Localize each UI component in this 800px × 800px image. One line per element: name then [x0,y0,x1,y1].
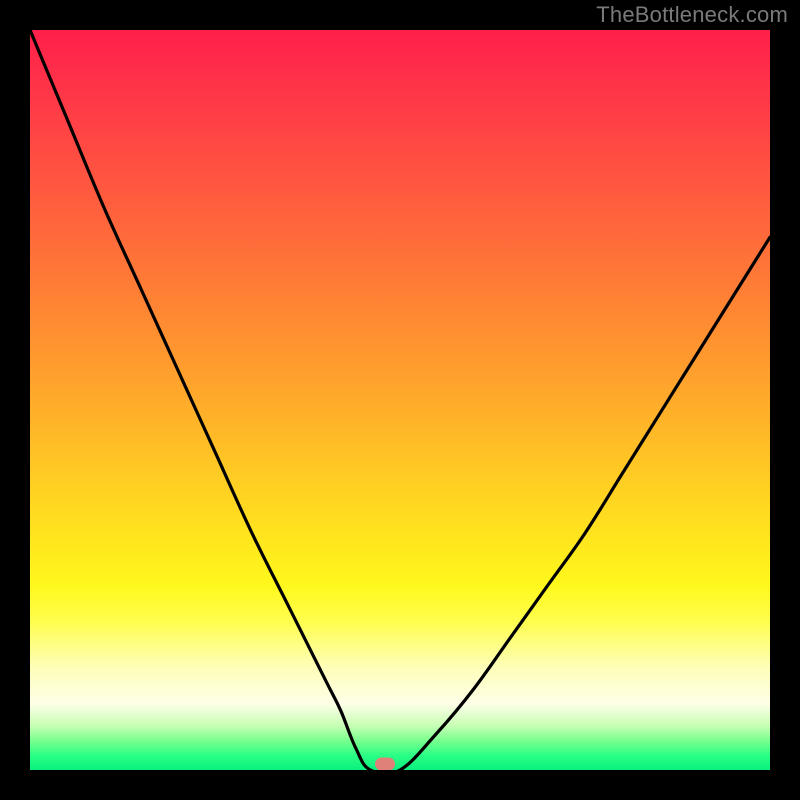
chart-frame: TheBottleneck.com [0,0,800,800]
bottleneck-curve [30,30,770,770]
optimum-marker [375,758,395,771]
watermark-text: TheBottleneck.com [596,2,788,28]
curve-path [30,30,770,770]
plot-area [30,30,770,770]
